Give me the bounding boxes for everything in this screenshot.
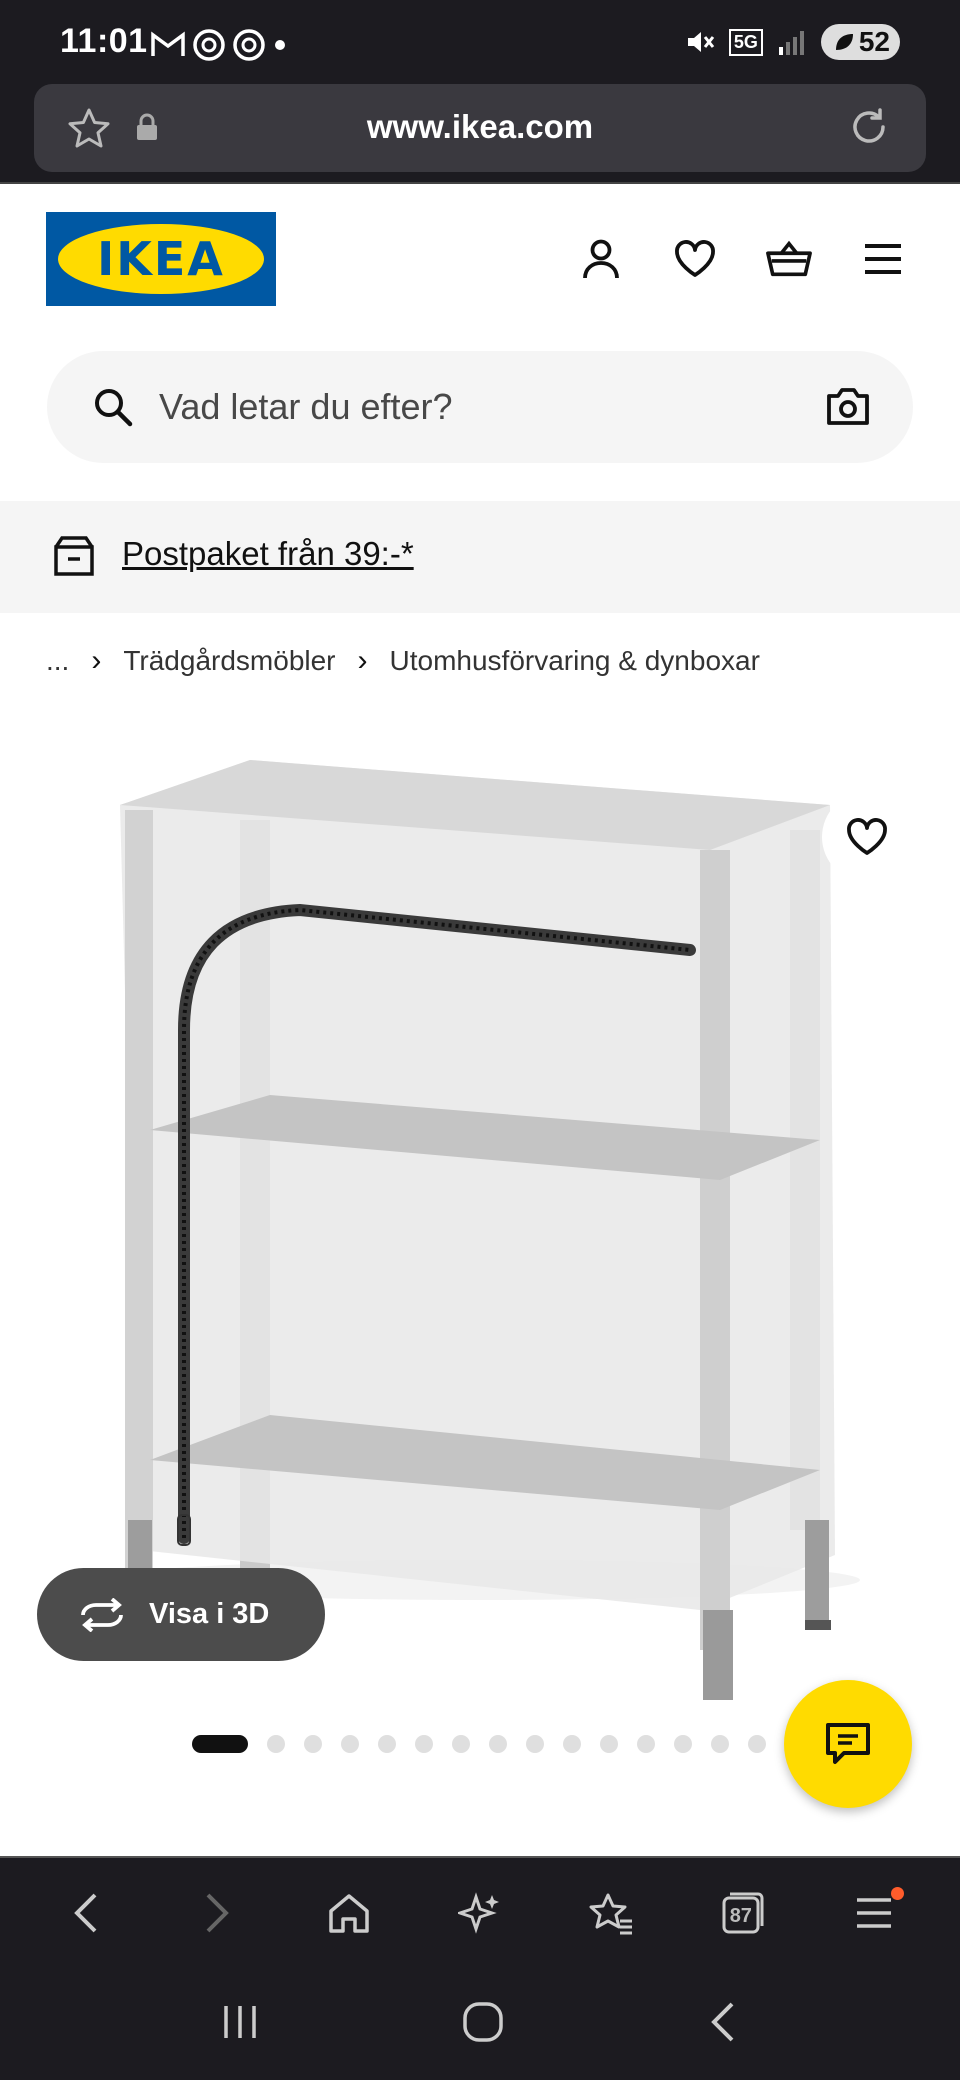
carousel-dot-active[interactable] <box>192 1735 248 1753</box>
reload-icon[interactable] <box>846 104 892 150</box>
leaf-icon <box>835 34 853 50</box>
shipping-promo-link[interactable]: Postpaket från 39:-* <box>122 535 414 573</box>
account-icon[interactable] <box>578 236 624 282</box>
carousel-dot[interactable] <box>489 1735 507 1753</box>
tabs-button[interactable]: 87 <box>713 1883 773 1943</box>
camera-search-icon[interactable] <box>825 385 871 427</box>
ai-assistant-button[interactable] <box>450 1883 510 1943</box>
ikea-logo[interactable]: IKEA <box>46 212 276 306</box>
battery-indicator: 52 <box>820 24 900 60</box>
recent-apps-button[interactable] <box>220 2002 260 2047</box>
threads-icon <box>193 29 225 61</box>
search-input[interactable] <box>159 373 759 441</box>
back-button[interactable] <box>56 1883 116 1943</box>
carousel-dot[interactable] <box>341 1735 359 1753</box>
notification-icons <box>150 28 288 62</box>
carousel-dot[interactable] <box>711 1735 729 1753</box>
address-bar[interactable]: www.ikea.com <box>34 84 926 172</box>
signal-icon <box>778 31 804 55</box>
browser-menu-button[interactable] <box>844 1883 905 1943</box>
status-bar: 11:01 5G 52 <box>0 0 960 82</box>
menu-icon[interactable] <box>860 236 906 282</box>
carousel-dot[interactable] <box>563 1735 581 1753</box>
chat-icon <box>826 1723 870 1764</box>
carousel-dot[interactable] <box>267 1735 285 1753</box>
chat-button[interactable] <box>784 1680 912 1808</box>
shelf-with-cover-image <box>100 760 860 1720</box>
dot-icon <box>275 40 285 50</box>
browser-toolbar: 87 <box>0 1856 960 1968</box>
product-image[interactable] <box>0 700 960 1720</box>
breadcrumb-garden-furniture[interactable]: Trädgårdsmöbler <box>123 645 335 677</box>
forward-button[interactable] <box>187 1883 247 1943</box>
chevron-right-icon: › <box>357 644 368 677</box>
favorites-icon[interactable] <box>672 236 718 282</box>
home-button[interactable] <box>319 1883 379 1943</box>
heart-icon <box>847 818 887 855</box>
back-chevron-icon <box>710 2002 734 2041</box>
hamburger-menu-icon <box>857 1898 892 1928</box>
carousel-dot[interactable] <box>378 1735 396 1753</box>
carousel-dot[interactable] <box>674 1735 692 1753</box>
bookmarks-star-icon <box>589 1893 633 1935</box>
search-bar[interactable] <box>47 351 913 463</box>
carousel-dot[interactable] <box>600 1735 618 1753</box>
view3d-label: Visa i 3D <box>149 1598 270 1630</box>
mute-icon <box>687 32 714 52</box>
image-carousel-dots <box>192 1735 766 1753</box>
carousel-dot[interactable] <box>452 1735 470 1753</box>
logo-oval: IKEA <box>58 224 264 294</box>
logo-text: IKEA <box>97 232 225 286</box>
browser-url-area: www.ikea.com <box>0 82 960 182</box>
breadcrumb-ellipsis[interactable]: ... <box>46 645 69 677</box>
status-right: 5G 52 <box>685 24 900 60</box>
network-label: 5G <box>728 28 763 56</box>
view-in-3d-button[interactable]: Visa i 3D <box>37 1568 325 1661</box>
header-actions <box>578 236 906 282</box>
url-text: www.ikea.com <box>366 108 594 145</box>
system-navigation-bar <box>0 1968 960 2080</box>
carousel-dot[interactable] <box>304 1735 322 1753</box>
add-to-favorites-button[interactable] <box>822 792 912 882</box>
tab-count: 87 <box>729 1904 752 1927</box>
sparkle-icon <box>457 1892 499 1934</box>
carousel-dot[interactable] <box>526 1735 544 1753</box>
breadcrumb-outdoor-storage[interactable]: Utomhusförvaring & dynboxar <box>390 645 760 677</box>
shopping-basket-icon[interactable] <box>766 236 812 282</box>
carousel-dot[interactable] <box>637 1735 655 1753</box>
gmail-icon <box>151 31 185 56</box>
home-icon <box>328 1894 369 1933</box>
back-nav-button[interactable] <box>706 2000 740 2049</box>
battery-level: 52 <box>858 26 890 57</box>
bookmarks-button[interactable] <box>581 1883 641 1943</box>
search-icon <box>95 389 133 427</box>
carousel-dot[interactable] <box>748 1735 766 1753</box>
carousel-dot[interactable] <box>415 1735 433 1753</box>
home-nav-button[interactable] <box>461 2000 505 2049</box>
recent-apps-icon <box>224 2005 257 2038</box>
notification-dot <box>891 1887 905 1900</box>
site-header: IKEA <box>0 182 960 327</box>
package-icon <box>54 536 94 576</box>
rotate-3d-icon <box>81 1597 123 1632</box>
chevron-right-icon: › <box>91 644 102 677</box>
forward-arrow-icon <box>206 1893 229 1933</box>
threads-icon-2 <box>233 29 265 61</box>
status-time: 11:01 <box>60 22 148 60</box>
breadcrumb: ... › Trädgårdsmöbler › Utomhusförvaring… <box>46 644 760 678</box>
back-arrow-icon <box>73 1893 97 1933</box>
home-circle-icon <box>463 2001 503 2042</box>
promo-banner: Postpaket från 39:-* <box>0 501 960 613</box>
